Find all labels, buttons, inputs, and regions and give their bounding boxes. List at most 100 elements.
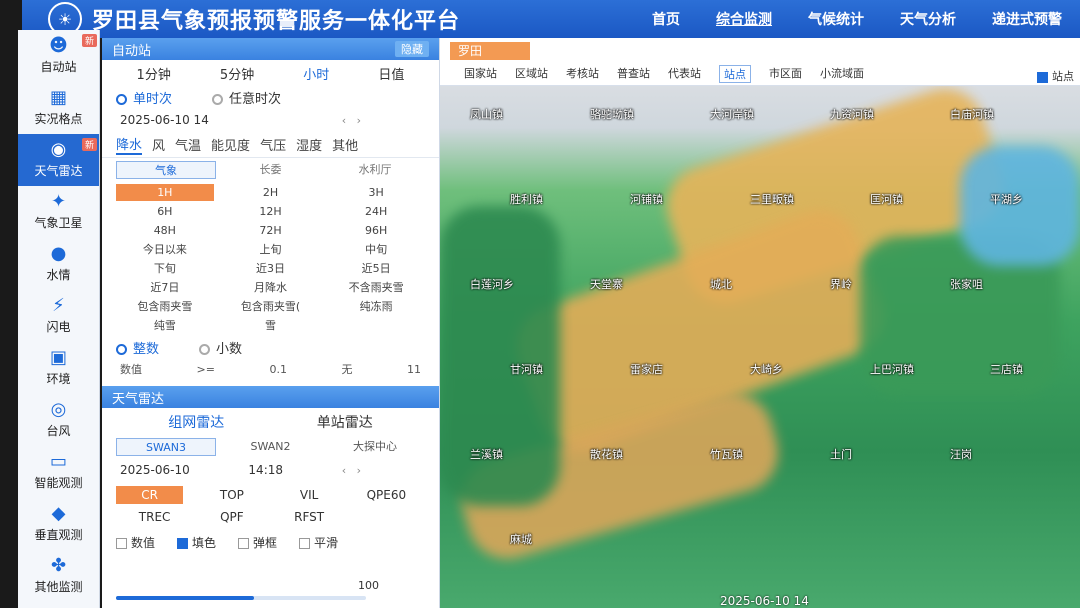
site-swan2[interactable]: SWAN2 xyxy=(221,438,321,456)
period-option[interactable]: 近3日 xyxy=(222,260,320,277)
option-label: 平滑 xyxy=(314,535,339,550)
tab-1min[interactable]: 1分钟 xyxy=(137,64,171,83)
prev-next-arrows-icon[interactable]: ‹ › xyxy=(342,464,361,477)
region-select[interactable]: 罗田 xyxy=(450,42,530,60)
auto-station-title: 自动站 xyxy=(112,43,152,59)
period-option[interactable]: 72H xyxy=(222,222,320,239)
sidebar-item-grid[interactable]: ▦ 实况格点 xyxy=(18,82,99,134)
max-input[interactable]: 11 xyxy=(407,363,421,376)
layer-option[interactable]: 代表站 xyxy=(668,65,701,83)
source-meteo[interactable]: 气象 xyxy=(116,161,216,179)
period-option[interactable]: 近5日 xyxy=(327,260,425,277)
period-option[interactable]: 48H xyxy=(116,222,214,239)
period-option[interactable]: 包含雨夹雪( xyxy=(222,298,320,315)
sidebar-item-radar[interactable]: ◉ 天气雷达 新 xyxy=(18,134,99,186)
tab-temp[interactable]: 气温 xyxy=(175,135,201,154)
opacity-slider[interactable] xyxy=(116,596,366,600)
nav-climate[interactable]: 气候统计 xyxy=(790,9,882,29)
layer-option[interactable]: 区域站 xyxy=(515,65,548,83)
sidebar-item-smart-obs[interactable]: ▭ 智能观测 xyxy=(18,446,99,498)
sidebar-item-environment[interactable]: ▣ 环境 xyxy=(18,342,99,394)
layer-option[interactable]: 考核站 xyxy=(566,65,599,83)
tab-precip[interactable]: 降水 xyxy=(116,134,143,155)
radar-product-option[interactable]: VIL xyxy=(271,486,348,504)
layer-option[interactable]: 小流域面 xyxy=(820,65,864,83)
radar-time-picker[interactable]: 2025-06-10 14:18 ‹ › xyxy=(102,458,439,482)
opt-fill[interactable]: 填色 xyxy=(177,534,216,551)
layer-option[interactable]: 站点 xyxy=(719,65,751,83)
radar-map[interactable]: 2025-06-10 14 凤山镇 骆驼坳镇 大河岸镇 九资河镇 白庙河镇 胜利镇 河铺镇三… xyxy=(440,86,1080,608)
tab-other[interactable]: 其他 xyxy=(332,135,358,154)
tab-wind[interactable]: 风 xyxy=(152,135,165,154)
tab-daily[interactable]: 日值 xyxy=(378,64,404,83)
tab-humidity[interactable]: 湿度 xyxy=(296,135,322,154)
radar-product-option[interactable]: CR xyxy=(116,486,184,504)
opt-smooth[interactable]: 平滑 xyxy=(299,534,338,551)
period-option[interactable]: 纯冻雨 xyxy=(327,298,425,315)
station-toggle[interactable]: 站点 xyxy=(1037,68,1074,84)
sidebar-item-label: 气象卫星 xyxy=(34,216,83,230)
site-center[interactable]: 大探中心 xyxy=(325,438,425,456)
single-time-radio[interactable]: 单时次 xyxy=(116,88,172,107)
mid-value[interactable]: 无 xyxy=(341,361,352,377)
period-option[interactable] xyxy=(327,317,425,334)
decimal-radio[interactable]: 小数 xyxy=(199,338,242,357)
tab-pressure[interactable]: 气压 xyxy=(260,135,286,154)
sidebar-item-lightning[interactable]: ⚡ 闪电 xyxy=(18,290,99,342)
nav-warning[interactable]: 递进式预警 xyxy=(974,9,1080,29)
datetime-picker[interactable]: 2025-06-10 14 ‹ › xyxy=(102,108,439,132)
nav-home[interactable]: 首页 xyxy=(634,9,698,29)
period-option[interactable]: 上旬 xyxy=(222,241,320,258)
period-option[interactable]: 雪 xyxy=(222,317,320,334)
period-option[interactable]: 近7日 xyxy=(116,279,214,296)
period-option[interactable]: 96H xyxy=(327,222,425,239)
radar-product-option[interactable]: QPE60 xyxy=(348,486,425,504)
radar-product-option[interactable]: RFST xyxy=(271,508,348,526)
period-option[interactable]: 月降水 xyxy=(222,279,320,296)
hide-button[interactable]: 隐藏 xyxy=(395,41,429,57)
opt-popup[interactable]: 弹框 xyxy=(238,534,277,551)
period-option[interactable]: 24H xyxy=(327,203,425,220)
nav-monitoring[interactable]: 综合监测 xyxy=(698,9,790,29)
period-option[interactable]: 6H xyxy=(116,203,214,220)
source-water[interactable]: 水利厅 xyxy=(325,161,425,179)
sidebar-item-hydro[interactable]: ● 水情 xyxy=(18,238,99,290)
radar-product-option[interactable]: QPF xyxy=(193,508,270,526)
tab-network-radar[interactable]: 组网雷达 xyxy=(168,412,224,432)
sidebar-item-satellite[interactable]: ✦ 气象卫星 xyxy=(18,186,99,238)
sidebar-item-other[interactable]: ✤ 其他监测 xyxy=(18,550,99,602)
period-option[interactable]: 下旬 xyxy=(116,260,214,277)
tab-hourly[interactable]: 小时 xyxy=(303,64,329,83)
period-option[interactable]: 3H xyxy=(327,184,425,201)
period-option[interactable]: 不含雨夹雪 xyxy=(327,279,425,296)
tab-visibility[interactable]: 能见度 xyxy=(211,135,250,154)
period-option[interactable]: 2H xyxy=(222,184,320,201)
period-option[interactable]: 12H xyxy=(222,203,320,220)
layer-option[interactable]: 普查站 xyxy=(617,65,650,83)
layer-option[interactable]: 国家站 xyxy=(464,65,497,83)
period-option[interactable]: 纯雪 xyxy=(116,317,214,334)
layer-option[interactable]: 市区面 xyxy=(769,65,802,83)
any-time-radio[interactable]: 任意时次 xyxy=(212,88,281,107)
nav-analysis[interactable]: 天气分析 xyxy=(882,9,974,29)
prev-next-arrows-icon[interactable]: ‹ › xyxy=(342,114,361,127)
sidebar-item-typhoon[interactable]: ◎ 台风 xyxy=(18,394,99,446)
radar-product-option[interactable]: TOP xyxy=(193,486,270,504)
min-input[interactable]: 0.1 xyxy=(269,363,287,376)
period-option[interactable]: 1H xyxy=(116,184,214,201)
tab-single-radar[interactable]: 单站雷达 xyxy=(317,412,373,432)
tab-5min[interactable]: 5分钟 xyxy=(220,64,254,83)
integer-radio[interactable]: 整数 xyxy=(116,338,159,357)
source-changjiang[interactable]: 长委 xyxy=(221,161,321,179)
sidebar-item-vertical-obs[interactable]: ◆ 垂直观测 xyxy=(18,498,99,550)
sidebar-item-auto-station[interactable]: ☻ 自动站 新 xyxy=(18,30,99,82)
period-option[interactable]: 包含雨夹雪 xyxy=(116,298,214,315)
operator-select[interactable]: >= xyxy=(197,363,215,376)
sidebar-item-label: 自动站 xyxy=(40,60,77,74)
period-option[interactable]: 中旬 xyxy=(327,241,425,258)
radar-product-option[interactable]: TREC xyxy=(116,508,193,526)
period-option[interactable]: 今日以来 xyxy=(116,241,214,258)
opt-value[interactable]: 数值 xyxy=(116,534,155,551)
radar-product-option[interactable] xyxy=(348,508,425,526)
site-swan3[interactable]: SWAN3 xyxy=(116,438,216,456)
